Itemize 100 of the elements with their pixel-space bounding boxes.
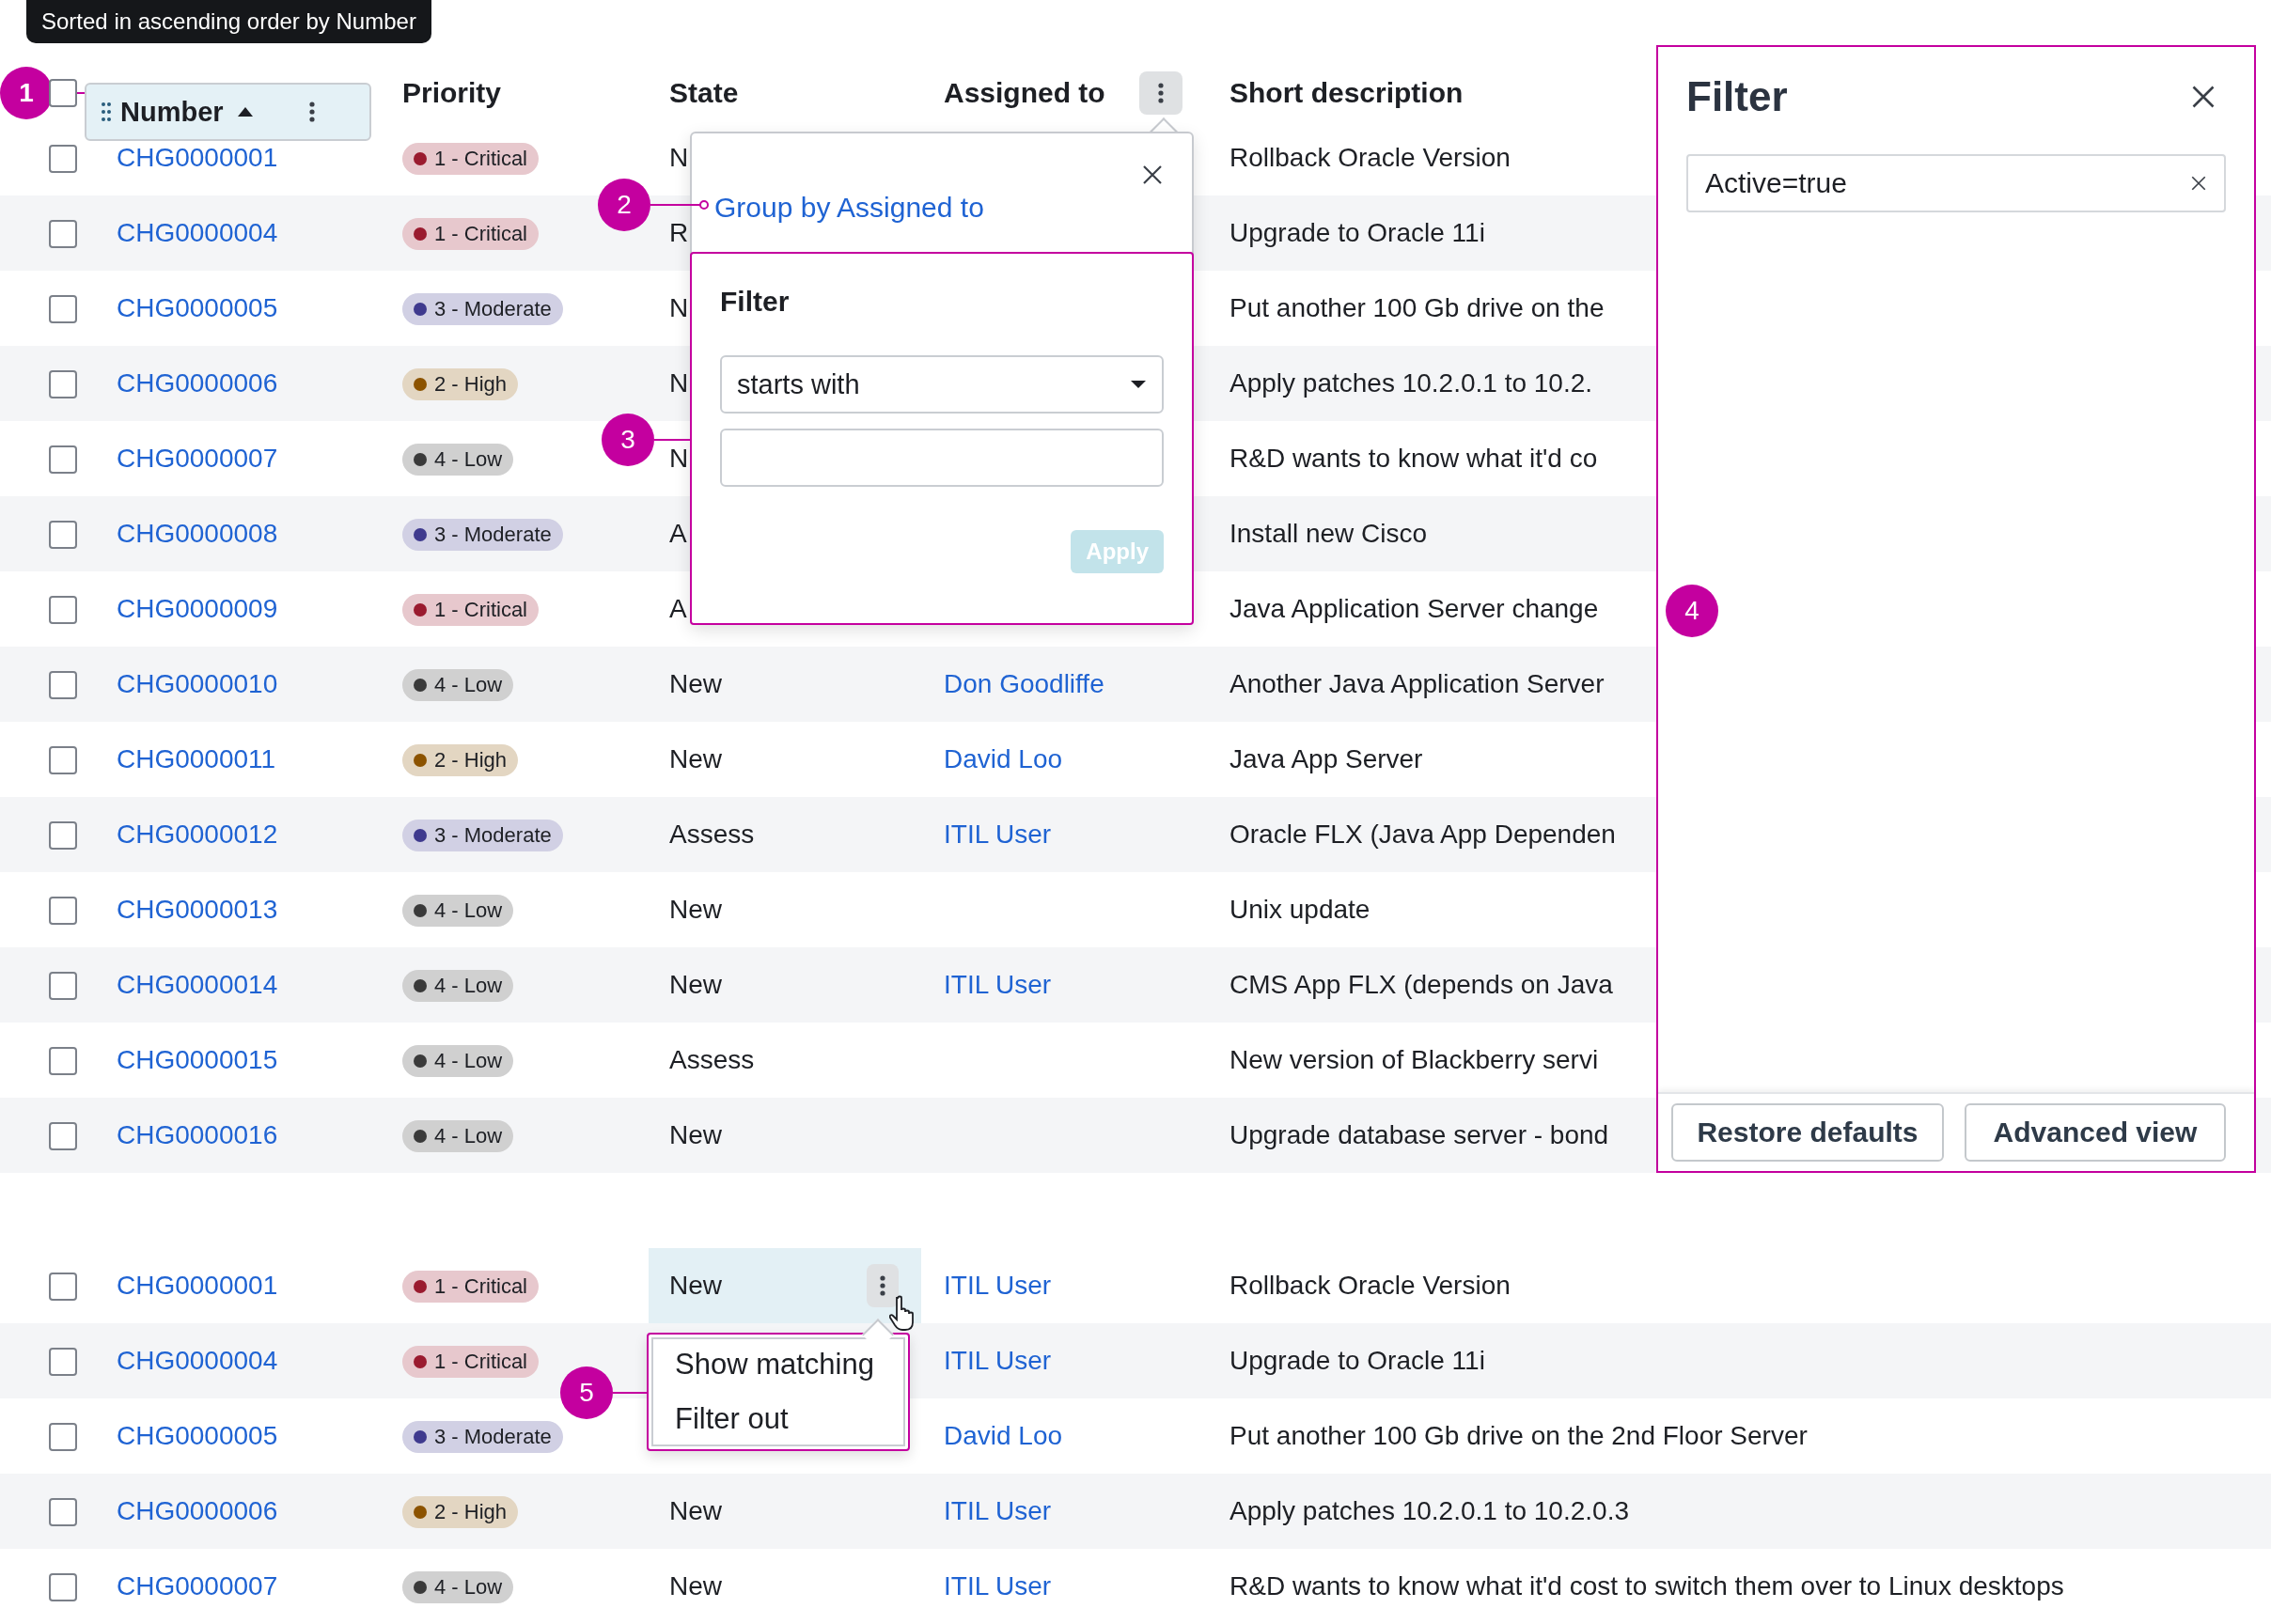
- column-header[interactable]: State: [669, 77, 739, 109]
- description-text: Oracle FLX (Java App Dependen: [1229, 820, 1616, 849]
- group-by-link[interactable]: Group by Assigned to: [714, 192, 984, 224]
- user-link[interactable]: ITIL User: [944, 1571, 1052, 1601]
- column-header[interactable]: Short description: [1229, 77, 1464, 109]
- checkbox[interactable]: [49, 79, 77, 107]
- priority-label: 2 - High: [434, 747, 508, 773]
- state-text: New: [669, 1496, 722, 1526]
- record-link[interactable]: CHG0000006: [117, 1496, 278, 1525]
- record-link[interactable]: CHG0000006: [117, 368, 278, 398]
- drag-handle-icon[interactable]: [102, 102, 111, 122]
- cell-menu-button[interactable]: [867, 1264, 899, 1307]
- close-icon[interactable]: [1141, 164, 1164, 186]
- vertical-dots-icon: [1158, 83, 1164, 103]
- user-link[interactable]: ITIL User: [944, 1346, 1052, 1375]
- priority-label: 3 - Moderate: [434, 522, 552, 547]
- user-link[interactable]: ITIL User: [944, 970, 1052, 999]
- description-text: R&D wants to know what it'd co: [1229, 444, 1598, 473]
- checkbox[interactable]: [49, 897, 77, 926]
- priority-label: 4 - Low: [434, 973, 503, 998]
- checkbox[interactable]: [49, 220, 77, 249]
- tooltip: Sorted in ascending order by Number: [26, 0, 431, 43]
- priority-label: 4 - Low: [434, 1574, 503, 1600]
- menu-item[interactable]: Filter out: [649, 1392, 908, 1446]
- panel-button[interactable]: Restore defaults: [1671, 1103, 1944, 1162]
- checkbox[interactable]: [49, 370, 77, 399]
- checkbox[interactable]: [49, 671, 77, 700]
- checkbox[interactable]: [49, 521, 77, 550]
- record-link[interactable]: CHG0000008: [117, 519, 278, 548]
- checkbox[interactable]: [49, 295, 77, 324]
- record-link[interactable]: CHG0000007: [117, 1571, 278, 1601]
- description-text: Another Java Application Server: [1229, 669, 1605, 698]
- operator-dropdown[interactable]: starts with: [720, 355, 1164, 414]
- checkbox[interactable]: [49, 821, 77, 851]
- priority-label: 2 - High: [434, 1499, 508, 1524]
- description-text: Rollback Oracle Version: [1229, 143, 1511, 172]
- checkbox[interactable]: [49, 145, 77, 174]
- checkbox[interactable]: [49, 1348, 77, 1377]
- user-link[interactable]: Don Goodliffe: [944, 669, 1104, 698]
- panel-button[interactable]: Advanced view: [1965, 1103, 2226, 1162]
- state-text: A: [669, 519, 687, 549]
- column-header[interactable]: Number: [85, 83, 371, 141]
- state-text: New: [669, 669, 722, 699]
- description-text: Apply patches 10.2.0.1 to 10.2.: [1229, 368, 1593, 398]
- state-text: R: [669, 218, 689, 248]
- record-link[interactable]: CHG0000015: [117, 1045, 278, 1074]
- record-link[interactable]: CHG0000010: [117, 669, 278, 698]
- checkbox[interactable]: [49, 1573, 77, 1602]
- checkbox[interactable]: [49, 1423, 77, 1452]
- panel-title: Filter: [1686, 73, 1788, 120]
- annotation-marker: 4: [1666, 585, 1718, 637]
- record-link[interactable]: CHG0000001: [117, 1271, 278, 1300]
- column-header[interactable]: Priority: [402, 77, 502, 109]
- state-text: New: [669, 744, 722, 774]
- state-text: Assess: [669, 1045, 755, 1075]
- state-text: A: [669, 594, 687, 624]
- column-header[interactable]: Assigned to: [944, 77, 1105, 109]
- record-link[interactable]: CHG0000014: [117, 970, 278, 999]
- priority-label: 1 - Critical: [434, 597, 527, 622]
- priority-label: 4 - Low: [434, 446, 503, 472]
- record-link[interactable]: CHG0000004: [117, 1346, 278, 1375]
- annotation-marker: 3: [602, 414, 654, 466]
- user-link[interactable]: David Loo: [944, 1421, 1063, 1450]
- checkbox[interactable]: [49, 1498, 77, 1527]
- checkbox[interactable]: [49, 445, 77, 475]
- priority-label: 1 - Critical: [434, 1273, 527, 1299]
- record-link[interactable]: CHG0000011: [117, 744, 276, 773]
- description-text: Rollback Oracle Version: [1229, 1271, 1511, 1300]
- filter-condition-field[interactable]: Active=true: [1686, 154, 2226, 212]
- checkbox[interactable]: [49, 1122, 77, 1151]
- column-menu-button[interactable]: [1139, 71, 1182, 115]
- record-link[interactable]: CHG0000013: [117, 895, 278, 924]
- checkbox[interactable]: [49, 972, 77, 1001]
- description-text: Upgrade to Oracle 11i: [1229, 1346, 1485, 1375]
- checkbox[interactable]: [49, 746, 77, 775]
- checkbox[interactable]: [49, 596, 77, 625]
- checkbox[interactable]: [49, 1047, 77, 1076]
- priority-label: 3 - Moderate: [434, 296, 552, 321]
- record-link[interactable]: CHG0000005: [117, 1421, 278, 1450]
- description-text: Apply patches 10.2.0.1 to 10.2.0.3: [1229, 1496, 1629, 1525]
- record-link[interactable]: CHG0000009: [117, 594, 278, 623]
- description-text: CMS App FLX (depends on Java: [1229, 970, 1613, 999]
- record-link[interactable]: CHG0000005: [117, 293, 278, 322]
- user-link[interactable]: ITIL User: [944, 820, 1052, 849]
- menu-item[interactable]: Show matching: [649, 1337, 908, 1392]
- record-link[interactable]: CHG0000001: [117, 143, 278, 172]
- filter-title: Filter: [720, 286, 791, 318]
- filter-value-field[interactable]: [720, 429, 1164, 487]
- user-link[interactable]: David Loo: [944, 744, 1063, 773]
- record-link[interactable]: CHG0000016: [117, 1120, 278, 1149]
- caret-down-icon: [1130, 380, 1147, 389]
- record-link[interactable]: CHG0000012: [117, 820, 278, 849]
- description-text: Put another 100 Gb drive on the 2nd Floor Server: [1229, 1421, 1808, 1450]
- checkbox[interactable]: [49, 1273, 77, 1302]
- user-link[interactable]: ITIL User: [944, 1271, 1052, 1300]
- close-icon[interactable]: [2190, 84, 2216, 110]
- record-link[interactable]: CHG0000004: [117, 218, 278, 247]
- close-icon[interactable]: [2190, 175, 2207, 192]
- user-link[interactable]: ITIL User: [944, 1496, 1052, 1525]
- record-link[interactable]: CHG0000007: [117, 444, 278, 473]
